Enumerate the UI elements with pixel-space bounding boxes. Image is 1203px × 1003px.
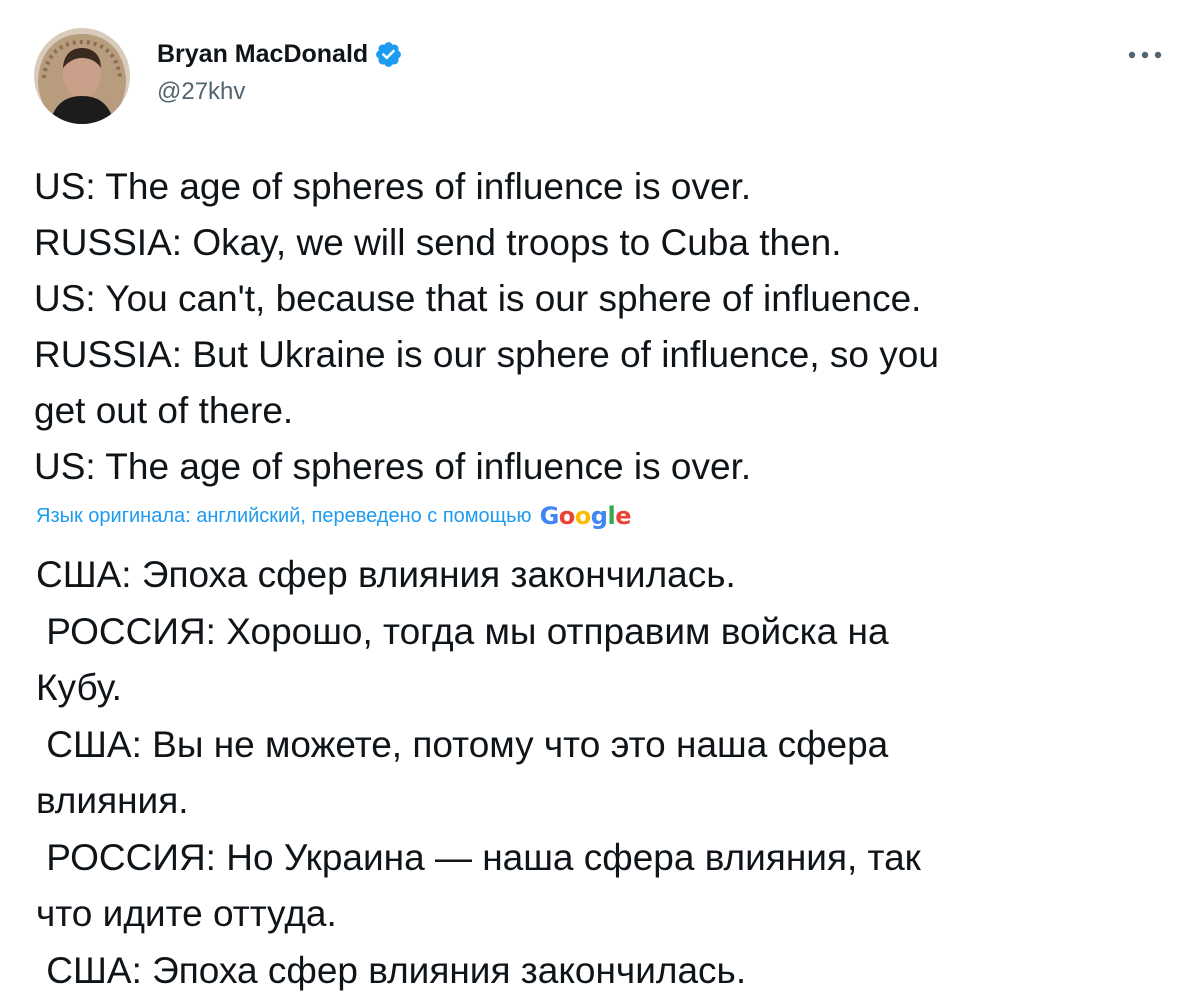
google-logo-letter: l [607, 502, 616, 530]
tweet-line: US: The age of spheres of influence is o… [34, 446, 752, 487]
tweet-line: US: You can't, because that is our spher… [34, 278, 922, 319]
profile-photo-icon [34, 28, 130, 124]
tweet-line: US: The age of spheres of influence is o… [34, 166, 752, 207]
more-options-icon [1128, 51, 1162, 59]
name-row: Bryan MacDonald [157, 38, 403, 70]
tweet-line: get out of there. [34, 390, 294, 431]
tweet-line: RUSSIA: Okay, we will send troops to Cub… [34, 222, 842, 263]
translated-line: Кубу. [36, 667, 122, 708]
translation-attribution-link[interactable]: Язык оригинала: английский, переведено с… [36, 501, 631, 531]
google-logo: Google [539, 502, 632, 530]
translated-line: РОССИЯ: Но Украина — наша сфера влияния,… [36, 836, 921, 878]
display-name[interactable]: Bryan MacDonald [157, 40, 368, 69]
more-options-button[interactable] [1124, 40, 1166, 70]
avatar[interactable] [34, 28, 130, 124]
translated-line: США: Эпоха сфер влияния закончилась. [36, 554, 736, 595]
google-logo-letter: o [574, 502, 592, 530]
translated-text: США: Эпоха сфер влияния закончилась. РОС… [36, 547, 1186, 999]
translated-line: США: Эпоха сфер влияния закончилась. [36, 949, 747, 991]
user-handle[interactable]: @27khv [157, 78, 403, 106]
translation-label: Язык оригинала: английский, переведено с… [36, 504, 532, 527]
google-logo-letter: o [558, 502, 576, 530]
google-logo-letter: g [590, 502, 608, 530]
translated-line: РОССИЯ: Хорошо, тогда мы отправим войска… [36, 610, 889, 652]
translated-line: США: Вы не можете, потому что это наша с… [36, 723, 889, 765]
translated-line: что идите оттуда. [36, 893, 337, 934]
translated-line: влияния. [36, 780, 189, 821]
tweet-line: RUSSIA: But Ukraine is our sphere of inf… [34, 334, 939, 375]
author-block: Bryan MacDonald @27khv [157, 38, 403, 106]
tweet-text: US: The age of spheres of influence is o… [34, 159, 1184, 495]
tweet-card: Bryan MacDonald @27khv US: The age of sp… [0, 0, 1203, 1003]
google-logo-letter: G [539, 502, 560, 530]
google-logo-letter: e [615, 502, 631, 530]
verified-badge-icon[interactable] [374, 40, 403, 69]
